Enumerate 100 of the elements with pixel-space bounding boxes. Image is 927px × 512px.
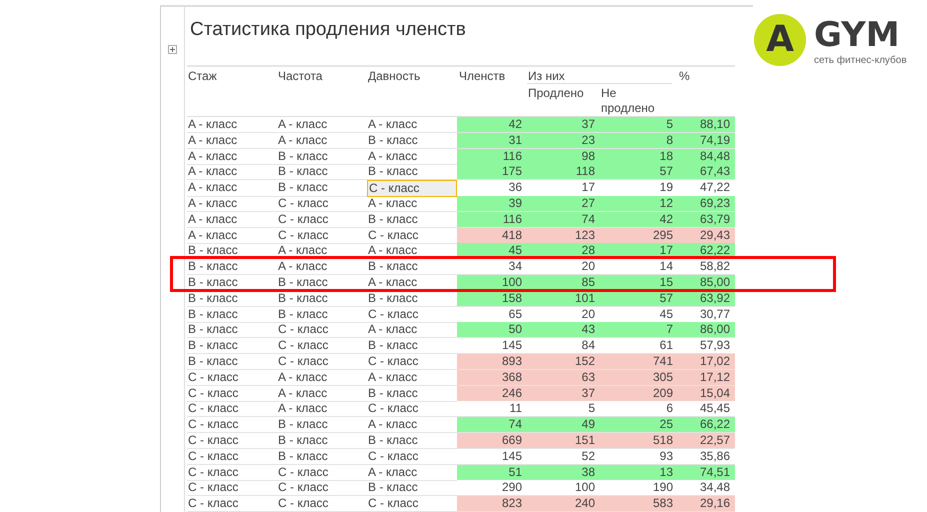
table-cell: B - класс <box>277 164 367 180</box>
table-cell: 61 <box>600 338 678 354</box>
table-cell: 145 <box>457 338 527 354</box>
table-cell: C - класс <box>277 338 367 354</box>
table-cell: 52 <box>527 448 600 465</box>
table-cell: 66,22 <box>678 417 735 434</box>
table-cell: 17,12 <box>678 370 735 386</box>
table-cell: 63 <box>527 370 600 386</box>
table-cell: 25 <box>600 417 678 434</box>
table-cell: C - класс <box>187 401 277 418</box>
table-cell: A - класс <box>187 228 277 244</box>
table-cell: B - класс <box>187 290 277 307</box>
table-cell: 145 <box>457 448 527 465</box>
table-cell: A - класс <box>277 243 367 260</box>
table-cell: 34,48 <box>678 480 735 496</box>
table-cell: 27 <box>527 196 600 212</box>
table-cell: 38 <box>527 464 600 481</box>
table-cell: 209 <box>600 386 678 402</box>
table-cell: 37 <box>527 117 600 133</box>
table-cell: A - класс <box>277 401 367 418</box>
table-cell: 823 <box>457 496 527 512</box>
table-cell: 84 <box>527 338 600 354</box>
table-cell: 74,51 <box>678 464 735 481</box>
logo-badge: A <box>754 14 806 66</box>
expand-icon[interactable] <box>168 45 177 54</box>
table-cell: 69,23 <box>678 196 735 212</box>
logo-tagline: сеть фитнес-клубов <box>814 55 907 66</box>
column-header: Продлено <box>527 85 585 102</box>
table-cell: A - класс <box>277 259 367 276</box>
table-cell: C - класс <box>277 354 367 370</box>
table-cell: 45,45 <box>678 401 735 418</box>
table-cell: 305 <box>600 370 678 386</box>
table-cell: A - класс <box>277 370 367 386</box>
table-cell: 18 <box>600 148 678 165</box>
table-cell: 13 <box>600 464 678 481</box>
table-cell: B - класс <box>187 306 277 323</box>
table-cell: 100 <box>527 480 600 496</box>
table-cell: C - класс <box>187 464 277 481</box>
table-cell: C - класс <box>187 448 277 465</box>
table-cell: A - класс <box>187 117 277 133</box>
table-cell: 15,04 <box>678 386 735 402</box>
table-cell: C - класс <box>187 417 277 434</box>
table-cell: 741 <box>600 354 678 370</box>
table-cell: 35,86 <box>678 448 735 465</box>
table-cell: 190 <box>600 480 678 496</box>
table-cell: 74 <box>457 417 527 434</box>
table-cell: 51 <box>457 464 527 481</box>
table-cell: 63,79 <box>678 212 735 228</box>
table-cell: C - класс <box>367 180 457 198</box>
table-cell: C - класс <box>277 228 367 244</box>
table-cell: 37 <box>527 386 600 402</box>
table-cell: C - класс <box>277 464 367 481</box>
table-cell: 116 <box>457 148 527 165</box>
table-cell: 12 <box>600 196 678 212</box>
table-cell: C - класс <box>277 196 367 212</box>
table-cell: 31 <box>457 132 527 149</box>
table-cell: 58,82 <box>678 259 735 276</box>
table-cell: 42 <box>457 117 527 133</box>
table-cell: 29,43 <box>678 228 735 244</box>
table-cell: C - класс <box>277 322 367 338</box>
table-cell: A - класс <box>277 117 367 133</box>
table-cell: C - класс <box>187 432 277 449</box>
table-cell: 893 <box>457 354 527 370</box>
table-cell: B - класс <box>277 290 367 307</box>
table-cell: 88,10 <box>678 117 735 133</box>
table-cell: B - класс <box>277 148 367 165</box>
table-cell: C - класс <box>277 480 367 496</box>
table-cell: 67,43 <box>678 164 735 180</box>
column-header: % <box>678 68 691 85</box>
table-cell: 74 <box>527 212 600 228</box>
table-cell: C - класс <box>277 496 367 512</box>
table-cell: B - класс <box>187 338 277 354</box>
table-cell: 151 <box>527 432 600 449</box>
table-cell: A - класс <box>187 212 277 228</box>
table-cell: 11 <box>457 401 527 418</box>
table-cell: 57 <box>600 164 678 180</box>
table-cell: 116 <box>457 212 527 228</box>
table-cell: B - класс <box>277 432 367 449</box>
table-cell: 295 <box>600 228 678 244</box>
table-cell: 246 <box>457 386 527 402</box>
table-cell: 6 <box>600 401 678 418</box>
column-group-header: Из них <box>527 67 672 84</box>
table-cell: 5 <box>527 401 600 418</box>
table-cell: 290 <box>457 480 527 496</box>
table-cell: 74,19 <box>678 132 735 149</box>
table-cell: 8 <box>600 132 678 149</box>
table-cell: C - класс <box>187 386 277 402</box>
logo-name: GYM <box>814 18 901 52</box>
table-cell: C - класс <box>187 496 277 512</box>
column-header: Не продлено <box>600 85 656 116</box>
table-cell: 20 <box>527 259 600 276</box>
table-cell: 98 <box>527 148 600 165</box>
table-cell: 518 <box>600 432 678 449</box>
column-header: Членств <box>458 68 506 85</box>
column-header: Давность <box>367 68 422 85</box>
table-cell: A - класс <box>277 132 367 149</box>
table-cell: B - класс <box>187 322 277 338</box>
table-cell: B - класс <box>187 259 277 276</box>
table-cell: A - класс <box>187 180 277 198</box>
table-cell: 57,93 <box>678 338 735 354</box>
